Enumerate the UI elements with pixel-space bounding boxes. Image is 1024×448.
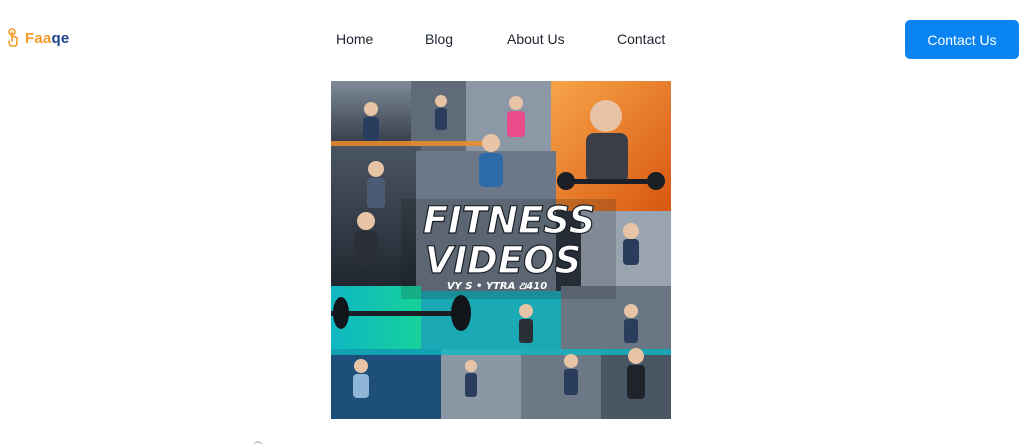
main-nav: Home Blog About Us Contact — [0, 31, 1024, 51]
hero-subtitle: VY S • YTRA ଥ410 — [447, 281, 547, 292]
nav-about-us[interactable]: About Us — [507, 31, 565, 47]
hero-image: FITNESS VIDEOS VY S • YTRA ଥ410 — [331, 81, 671, 419]
hero-title-line1: FITNESS — [423, 199, 596, 242]
hero-title-line2: VIDEOS — [425, 239, 582, 282]
nav-blog[interactable]: Blog — [425, 31, 453, 47]
fitness-collage-graphic: FITNESS VIDEOS VY S • YTRA ଥ410 — [331, 81, 671, 419]
nav-home[interactable]: Home — [336, 31, 373, 47]
partial-element-edge — [253, 441, 263, 448]
contact-us-button[interactable]: Contact Us — [905, 20, 1019, 59]
nav-contact[interactable]: Contact — [617, 31, 665, 47]
site-header: Faaqe Home Blog About Us Contact Contact… — [0, 0, 1024, 80]
